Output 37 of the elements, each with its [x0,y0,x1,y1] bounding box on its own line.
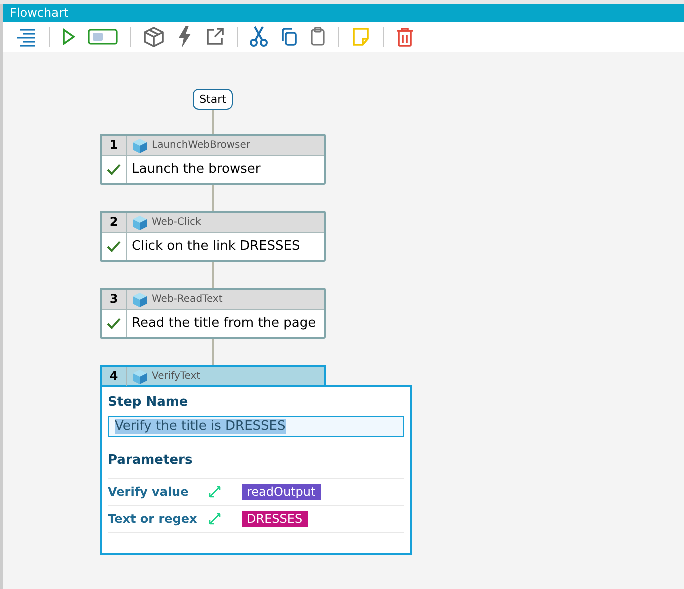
copy-icon[interactable] [280,27,298,47]
external-link-icon[interactable] [205,27,225,47]
parameter-name: Text or regex [108,512,198,526]
step-type: LaunchWebBrowser [152,140,251,151]
clipboard-icon[interactable] [310,27,326,47]
toggle-icon[interactable] [88,29,118,45]
cut-icon[interactable] [250,26,268,48]
cube-icon [132,214,148,230]
step-type: Web-Click [152,217,202,228]
cube-icon [132,138,148,154]
step-description: Read the title from the page [131,316,316,331]
trash-icon[interactable] [396,27,414,47]
step-description: Launch the browser [131,162,261,177]
start-node[interactable]: Start [192,89,234,110]
step-number: 2 [102,213,127,232]
step-node[interactable]: 3 Web-ReadText Read the title from the page [100,288,326,339]
align-icon[interactable] [15,27,37,47]
step-number: 3 [102,290,127,309]
step-number: 1 [102,136,127,155]
lightning-icon[interactable] [177,25,193,49]
step-type: Web-ReadText [152,294,223,305]
step-node[interactable]: 2 Web-Click Click on the link DRESSES [100,211,326,262]
step-description: Click on the link DRESSES [131,239,300,254]
step-type: VerifyText [152,371,201,382]
parameter-name: Verify value [108,485,190,499]
window-title: Flowchart [10,6,69,20]
parameter-value[interactable]: DRESSES [242,511,308,527]
play-icon[interactable] [62,28,76,46]
cube-icon [132,292,148,308]
step-node[interactable]: 1 LaunchWebBrowser Launch the browser [100,134,326,185]
parameter-value[interactable]: readOutput [242,484,321,500]
cube-icon [132,368,148,384]
box-icon[interactable] [143,26,165,48]
parameters-label: Parameters [108,453,194,468]
step-node[interactable]: 4 VerifyText Step Name Verify the title is DRESSES Parameters Verify value readOutput Text or regex DRESSES [100,365,412,555]
step-name-label: Step Name [108,395,190,410]
step-name-field[interactable]: Verify the title is DRESSES [108,416,404,437]
